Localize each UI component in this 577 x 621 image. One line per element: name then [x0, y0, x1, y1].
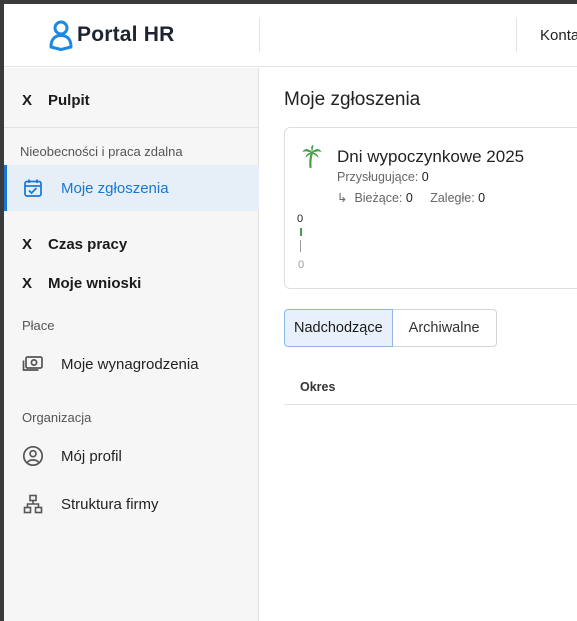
section-heading-absence: Nieobecności i praca zdalna: [20, 144, 183, 159]
sidebar-item-work-time[interactable]: X Czas pracy: [22, 236, 127, 253]
sidebar-item-my-applications[interactable]: X Moje wnioski: [22, 275, 141, 292]
overdue-label: Zaległe:: [430, 191, 475, 205]
org-chart-icon: [22, 493, 44, 515]
overdue-value: 0: [478, 191, 486, 205]
entitled-label: Przysługujące:: [337, 170, 419, 184]
mini-chart-bottom-value: 0: [298, 259, 305, 271]
mini-chart-bar: [300, 240, 301, 252]
sidebar-item-my-profile[interactable]: Mój profil: [4, 433, 259, 479]
contact-link[interactable]: Konta: [540, 27, 577, 44]
section-heading-pay: Płace: [22, 318, 55, 333]
sidebar-item-my-salary[interactable]: Moje wynagrodzenia: [4, 341, 259, 387]
entitled-days: Przysługujące: 0: [337, 170, 429, 184]
sidebar-item-label: Moje wynagrodzenia: [61, 355, 199, 373]
x-marker-icon: X: [22, 92, 33, 109]
sidebar-item-label: Struktura firmy: [61, 495, 159, 513]
table-header: Okres: [284, 371, 577, 405]
sidebar-item-label: Pulpit: [48, 92, 90, 109]
sub-arrow-icon: ↳: [337, 191, 348, 205]
current-value: 0: [405, 191, 413, 205]
sidebar-item-label: Mój profil: [61, 447, 122, 465]
days-breakdown: ↳ Bieżące: 0 Zaległe: 0: [337, 190, 485, 205]
tab-upcoming[interactable]: Nadchodzące: [284, 309, 393, 347]
sidebar-item-label: Moje zgłoszenia: [61, 179, 169, 197]
column-header-period[interactable]: Okres: [300, 380, 335, 394]
app-name: Portal HR: [77, 23, 175, 46]
app-logo[interactable]: Portal HR: [48, 19, 174, 51]
card-title: Dni wypoczynkowe 2025: [337, 147, 525, 166]
top-header: Portal HR Konta: [4, 4, 577, 67]
current-label: Bieżące:: [354, 191, 403, 205]
sidebar: X Pulpit Nieobecności i praca zdalna Moj…: [4, 68, 259, 621]
sidebar-item-company-structure[interactable]: Struktura firmy: [4, 481, 259, 527]
sidebar-item-label: Czas pracy: [48, 236, 128, 253]
vacation-days-card: Dni wypoczynkowe 2025 Przysługujące: 0 ↳…: [284, 127, 577, 289]
calendar-check-icon: [22, 177, 44, 199]
user-logo-icon: [49, 20, 73, 51]
entitled-value: 0: [421, 170, 429, 184]
mini-chart-top-value: 0: [297, 213, 304, 225]
header-divider: [516, 18, 517, 52]
user-circle-icon: [22, 445, 44, 467]
requests-tabs: Nadchodzące Archiwalne: [284, 309, 497, 347]
mini-chart-bar: [300, 228, 302, 236]
tab-archived[interactable]: Archiwalne: [392, 309, 497, 347]
header-divider: [259, 18, 260, 52]
sidebar-item-my-requests[interactable]: Moje zgłoszenia: [4, 165, 259, 211]
sidebar-item-dashboard[interactable]: X Pulpit: [22, 92, 90, 109]
main-content: Moje zgłoszenia Dni wypoczynkowe 2025 Pr…: [260, 68, 577, 621]
palm-tree-icon: [301, 144, 323, 169]
section-heading-org: Organizacja: [22, 410, 92, 425]
x-marker-icon: X: [22, 236, 33, 253]
x-marker-icon: X: [22, 275, 33, 292]
money-icon: [22, 353, 44, 375]
sidebar-divider: [4, 127, 259, 128]
app-window: Portal HR Konta X Pulpit Nieobecności i …: [4, 4, 577, 621]
sidebar-item-label: Moje wnioski: [48, 275, 142, 292]
page-title: Moje zgłoszenia: [284, 89, 421, 110]
